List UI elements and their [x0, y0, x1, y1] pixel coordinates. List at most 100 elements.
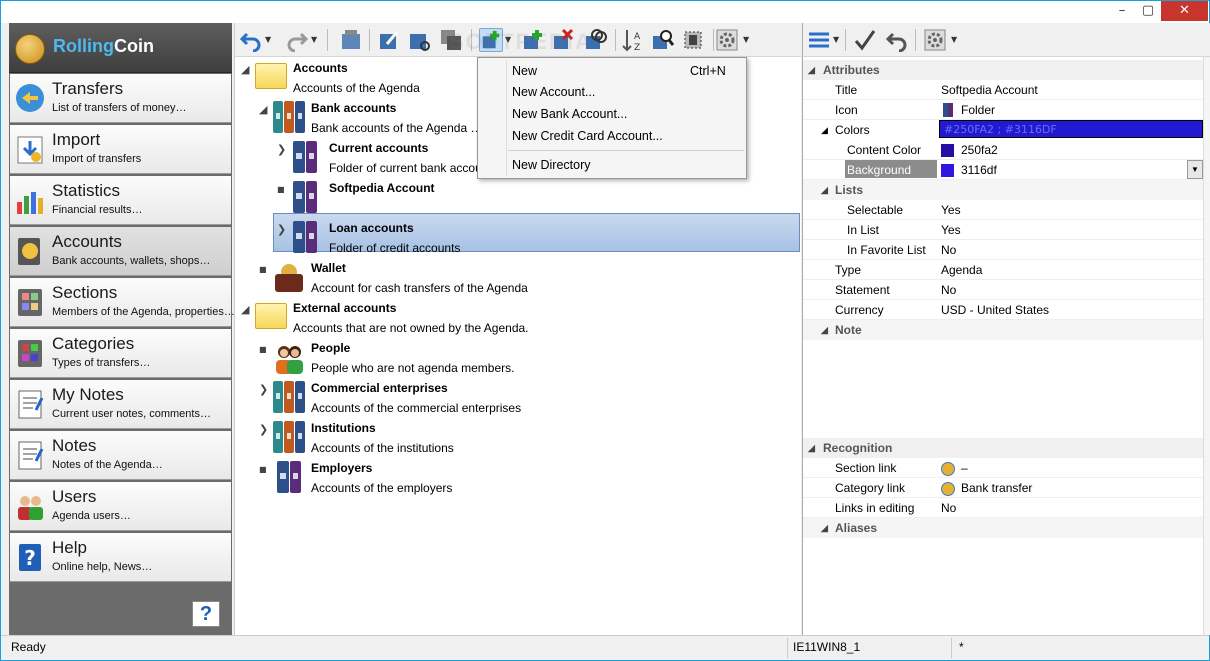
- nav-item-statistics[interactable]: Statistics Financial results…: [10, 176, 231, 225]
- tree-node-wallet[interactable]: ■ Wallet Account for cash transfers of t…: [235, 261, 795, 301]
- redo-dropdown-icon[interactable]: ▼: [311, 35, 317, 44]
- nav-item-transfers[interactable]: Transfers List of transfers of money…: [10, 74, 231, 123]
- move-icon[interactable]: [339, 28, 363, 52]
- expand-icon[interactable]: ❯: [259, 423, 268, 436]
- nav-title: Help: [52, 538, 87, 557]
- find-icon[interactable]: [651, 28, 675, 52]
- node-title: Institutions: [311, 421, 376, 435]
- menu-item-new-account[interactable]: New Account...: [480, 81, 744, 103]
- prop-links-in-editing[interactable]: Links in editing No: [803, 498, 1203, 518]
- svg-text:Z: Z: [634, 43, 640, 52]
- nav-subtitle: Online help, News…: [52, 561, 153, 573]
- settings-dropdown-icon[interactable]: ▼: [951, 35, 957, 44]
- nav-item-my-notes[interactable]: My Notes Current user notes, comments…: [10, 380, 231, 429]
- menu-lines-icon[interactable]: [807, 28, 831, 52]
- colors-value-bar[interactable]: #250FA2 ; #3116DF: [939, 120, 1203, 138]
- prop-type[interactable]: Type Agenda: [803, 260, 1203, 280]
- undo-dropdown-icon[interactable]: ▼: [265, 35, 271, 44]
- nav-subtitle: Members of the Agenda, properties…: [52, 306, 235, 318]
- filter-icon[interactable]: [681, 28, 705, 52]
- nav-item-notes[interactable]: Notes Notes of the Agenda…: [10, 431, 231, 480]
- collapse-icon[interactable]: ◢: [241, 63, 249, 76]
- prop-selectable[interactable]: Selectable Yes: [803, 200, 1203, 220]
- nav-item-users[interactable]: Users Agenda users…: [10, 482, 231, 531]
- nav-subtitle: Current user notes, comments…: [52, 408, 211, 420]
- tree-node-commercial-enterprises[interactable]: ❯ Commercial enterprises Accounts of the…: [235, 381, 795, 421]
- menu-item-new-credit-card-account[interactable]: New Credit Card Account...: [480, 125, 744, 147]
- menu-dropdown-icon[interactable]: ▼: [833, 35, 839, 44]
- prop-icon[interactable]: Icon Folder: [803, 100, 1203, 120]
- settings-icon[interactable]: [923, 28, 947, 52]
- menu-item-new-bank-account[interactable]: New Bank Account...: [480, 103, 744, 125]
- revert-icon[interactable]: [885, 28, 909, 52]
- prop-key: Statement: [835, 283, 890, 297]
- maximize-button[interactable]: ▢: [1135, 1, 1161, 21]
- transfers-icon: [16, 84, 44, 112]
- prop-value: Yes: [941, 223, 961, 237]
- leaf-icon: ■: [259, 265, 267, 274]
- category-note[interactable]: ◢ Note: [803, 320, 1203, 340]
- menu-item-new[interactable]: New Ctrl+N: [480, 60, 744, 82]
- category-aliases[interactable]: ◢ Aliases: [803, 518, 1203, 538]
- nav-item-import[interactable]: Import Import of transfers: [10, 125, 231, 174]
- tree-node-employers[interactable]: ■ Employers Accounts of the employers: [235, 461, 795, 501]
- tree-node-loan-accounts[interactable]: ❯ Loan accounts Folder of credit account…: [235, 221, 795, 261]
- vertical-scrollbar[interactable]: [1203, 57, 1210, 635]
- redo-icon[interactable]: [285, 28, 309, 52]
- nav-item-categories[interactable]: Categories Types of transfers…: [10, 329, 231, 378]
- category-lists[interactable]: ◢ Lists: [803, 180, 1203, 200]
- prop-key: Selectable: [847, 203, 904, 217]
- prop-section-link[interactable]: Section link –: [803, 458, 1203, 478]
- collapse-icon[interactable]: ◢: [821, 180, 828, 200]
- collapse-icon[interactable]: ◢: [808, 438, 815, 458]
- tree-node-institutions[interactable]: ❯ Institutions Accounts of the instituti…: [235, 421, 795, 461]
- aliases-editor[interactable]: [831, 538, 1203, 630]
- prop-value: Softpedia Account: [941, 83, 1038, 97]
- menu-item-new-directory[interactable]: New Directory: [480, 154, 744, 176]
- logo-text-a: Rolling: [53, 36, 114, 56]
- minimize-button[interactable]: –: [1109, 1, 1135, 21]
- prop-background-color[interactable]: Background Color 3116df ▼: [803, 160, 1203, 197]
- collapse-icon[interactable]: ◢: [821, 120, 828, 140]
- nav-item-accounts[interactable]: Accounts Bank accounts, wallets, shops…: [10, 227, 231, 276]
- prop-in-list[interactable]: In List Yes: [803, 220, 1203, 240]
- prop-key: In List: [847, 223, 880, 237]
- prop-statement[interactable]: Statement No: [803, 280, 1203, 300]
- nav-item-sections[interactable]: Sections Members of the Agenda, properti…: [10, 278, 235, 327]
- svg-text:A: A: [634, 32, 641, 42]
- collapse-icon[interactable]: ◢: [821, 320, 828, 340]
- binders-icon: [273, 101, 305, 135]
- nav-item-help[interactable]: ? Help Online help, News…: [10, 533, 231, 582]
- help-button[interactable]: ?: [192, 601, 220, 627]
- category-attributes[interactable]: ◢ Attributes: [803, 60, 1203, 80]
- tree-node-people[interactable]: ■ People People who are not agenda membe…: [235, 341, 795, 381]
- collapse-icon[interactable]: ◢: [808, 60, 815, 80]
- binders-icon: [277, 461, 301, 495]
- note-editor[interactable]: [831, 340, 1203, 436]
- expand-icon[interactable]: ❯: [277, 223, 286, 236]
- chevron-down-icon[interactable]: ▼: [1187, 160, 1203, 179]
- prop-in-favorite-list[interactable]: In Favorite List No: [803, 240, 1203, 260]
- collapse-icon[interactable]: ◢: [821, 518, 828, 538]
- tree-node-softpedia-account[interactable]: ■ Softpedia Account: [235, 181, 795, 221]
- cut-icon[interactable]: [407, 28, 431, 52]
- prop-title[interactable]: Title Softpedia Account: [803, 80, 1203, 100]
- settings-dropdown-icon[interactable]: ▼: [743, 35, 749, 44]
- tree-node-external-accounts[interactable]: ◢ External accounts Accounts that are no…: [235, 301, 795, 341]
- undo-icon[interactable]: [239, 28, 263, 52]
- settings-icon[interactable]: [715, 28, 739, 52]
- edit-icon[interactable]: [377, 28, 401, 52]
- category-recognition[interactable]: ◢ Recognition: [803, 438, 1203, 458]
- prop-currency[interactable]: Currency USD - United States: [803, 300, 1203, 320]
- prop-content-color[interactable]: Content Color 250fa2: [803, 140, 1203, 160]
- collapse-icon[interactable]: ◢: [241, 303, 249, 316]
- sort-az-icon[interactable]: AZ: [621, 28, 645, 52]
- expand-icon[interactable]: ❯: [277, 143, 286, 156]
- expand-icon[interactable]: ❯: [259, 383, 268, 396]
- new-context-menu: New Ctrl+N New Account... New Bank Accou…: [477, 57, 747, 179]
- check-icon[interactable]: [853, 28, 877, 52]
- prop-category-link[interactable]: Category link Bank transfer: [803, 478, 1203, 498]
- collapse-icon[interactable]: ◢: [259, 103, 267, 116]
- prop-key: Links in editing: [835, 501, 915, 515]
- close-button[interactable]: ✕: [1161, 1, 1208, 21]
